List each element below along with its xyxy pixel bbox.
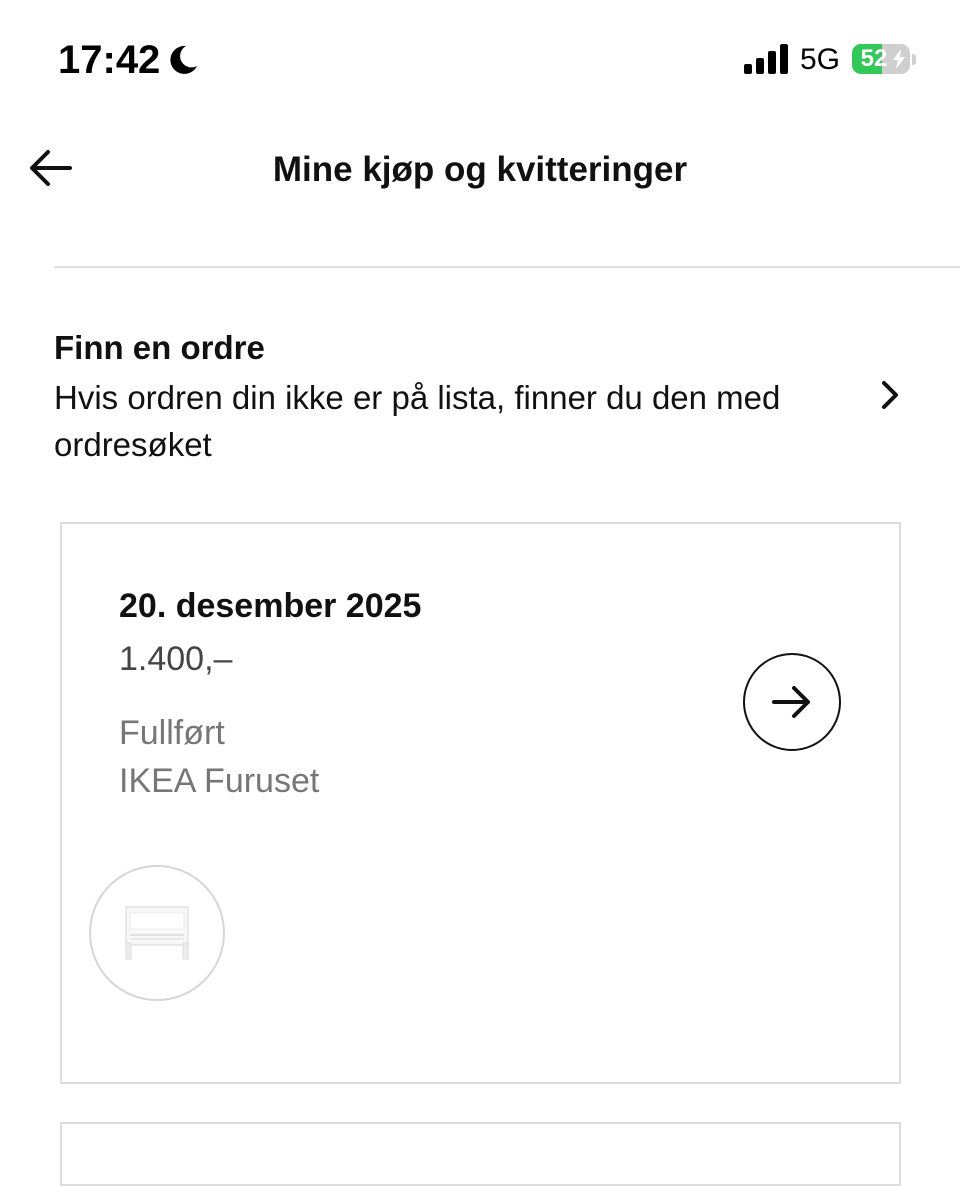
status-time: 17:42 (58, 38, 161, 82)
order-date: 20. desember 2025 (119, 587, 422, 625)
status-bar: 17:42 5G 52 (0, 0, 960, 120)
battery-icon: 52 (852, 44, 918, 76)
chevron-right-icon (882, 381, 898, 409)
network-label: 5G (800, 43, 841, 76)
order-status: Fullført (119, 714, 225, 752)
order-card-next[interactable] (60, 1122, 901, 1186)
product-thumbnail (89, 865, 225, 1001)
bolt-icon (893, 49, 905, 69)
header: Mine kjøp og kvitteringer (0, 120, 960, 230)
order-amount: 1.400,– (119, 640, 233, 678)
order-store: IKEA Furuset (119, 762, 320, 800)
order-card[interactable]: 20. desember 2025 1.400,– Fullført IKEA … (60, 522, 901, 1084)
find-order-link[interactable]: Finn en ordre Hvis ordren din ikke er på… (54, 322, 914, 472)
arrow-right-icon (772, 686, 810, 718)
find-order-description: Hvis ordren din ikke er på lista, finner… (54, 379, 781, 463)
battery-body: 52 (852, 44, 910, 74)
headboard-product-image (125, 906, 189, 960)
signal-icon (744, 44, 788, 74)
open-order-button[interactable] (743, 653, 841, 751)
moon-icon (170, 45, 197, 74)
header-divider (54, 266, 960, 268)
battery-level: 52 (860, 45, 888, 72)
page-title: Mine kjøp og kvitteringer (272, 150, 688, 189)
battery-cap (912, 54, 916, 65)
find-order-title: Finn en ordre (54, 329, 265, 366)
